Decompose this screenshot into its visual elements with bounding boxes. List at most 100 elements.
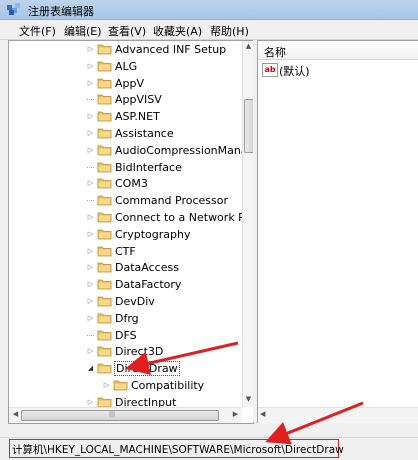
expand-icon[interactable]: ▷	[87, 230, 94, 238]
tree-item[interactable]: Command Processor	[9, 192, 241, 209]
expand-icon[interactable]: ▷	[87, 247, 94, 255]
key-path-highlight: 计算机\HKEY_LOCAL_MACHINE\SOFTWARE\Microsof…	[9, 439, 344, 458]
scroll-left-icon[interactable]: ◀	[10, 410, 21, 421]
tree-item-label: Connect to a Network Projector	[115, 211, 253, 224]
expand-icon[interactable]: ▷	[87, 214, 94, 221]
tree-item-label: AppVISV	[115, 93, 162, 107]
status-bar: 计算机\HKEY_LOCAL_MACHINE\SOFTWARE\Microsof…	[0, 437, 418, 460]
tree-item-label: DevDiv	[115, 295, 155, 308]
tree-connector-icon	[87, 200, 94, 202]
folder-icon	[97, 229, 112, 240]
folder-open-icon	[97, 363, 112, 374]
expand-icon[interactable]: ▷	[87, 180, 94, 187]
tree-item[interactable]: ▷ AppV	[9, 75, 241, 92]
tree-item[interactable]: DFS	[9, 327, 241, 344]
folder-icon	[97, 178, 112, 189]
expand-icon[interactable]: ▷	[87, 281, 94, 288]
value-name: (默认)	[279, 65, 310, 78]
tree-item[interactable]: ▷ ALG	[9, 58, 241, 75]
expand-icon[interactable]: ▷	[87, 298, 94, 305]
collapse-icon[interactable]: ◢	[87, 365, 94, 372]
tree-item-label: BidInterface	[115, 160, 182, 174]
scroll-down-icon[interactable]: ▼	[244, 395, 253, 406]
window-title: 注册表编辑器	[28, 5, 94, 18]
tree-item[interactable]: AppVISV	[9, 91, 241, 108]
expand-icon[interactable]: ▷	[87, 62, 94, 70]
menu-edit[interactable]: 编辑(E)	[64, 23, 102, 39]
menu-file[interactable]: 文件(F)	[19, 23, 56, 39]
tree-item-label: AppV	[115, 76, 145, 90]
tree-item-label: DataAccess	[115, 261, 179, 275]
folder-icon	[97, 195, 112, 206]
expand-icon[interactable]: ▷	[87, 264, 94, 271]
tree-item-label: CTF	[115, 244, 136, 258]
scroll-grip-icon: |||	[109, 411, 116, 418]
tree-item-label: Advanced INF Setup	[115, 43, 227, 56]
tree-item[interactable]: BidInterface	[9, 159, 241, 176]
folder-icon	[97, 262, 112, 273]
tree-item[interactable]: ▷ Compatibility	[9, 377, 241, 394]
expand-icon[interactable]: ▷	[87, 398, 94, 406]
folder-icon	[97, 313, 112, 324]
tree-item-label: Assistance	[115, 127, 174, 140]
tree-item-label: DFS	[115, 328, 137, 342]
string-value-icon: ab	[262, 63, 278, 77]
menu-favorites[interactable]: 收藏夹(A)	[153, 23, 202, 39]
expand-icon[interactable]: ▷	[87, 146, 94, 154]
folder-icon	[97, 212, 112, 223]
menu-help[interactable]: 帮助(H)	[210, 23, 249, 39]
list-horizontal-scrollbar[interactable]: ◀	[258, 407, 418, 423]
column-header-name[interactable]: 名称	[258, 41, 418, 60]
scroll-left-icon[interactable]: ◀	[260, 410, 265, 418]
tree-item-label: Command Processor	[115, 194, 229, 208]
tree-item[interactable]: ▷ COM3	[9, 175, 241, 192]
tree-item[interactable]: ▷ CTF	[9, 243, 241, 260]
tree-item-label: Cryptography	[115, 227, 191, 241]
expand-icon[interactable]: ▷	[87, 130, 94, 137]
values-list-pane[interactable]: 名称 ab (默认) ◀	[257, 40, 418, 423]
tree-item[interactable]: ▷ Assistance	[9, 125, 241, 142]
tree-item[interactable]: ▷ DataFactory	[9, 276, 241, 293]
tree-item[interactable]: ▷ ASP.NET	[9, 108, 241, 125]
tree-horizontal-scroll-thumb[interactable]	[21, 410, 219, 421]
folder-icon	[97, 162, 112, 172]
expand-icon[interactable]: ▷	[87, 348, 94, 355]
current-key-path: 计算机\HKEY_LOCAL_MACHINE\SOFTWARE\Microsof…	[12, 444, 344, 456]
tree-item[interactable]: ▷ Connect to a Network Projector	[9, 209, 253, 226]
tree-connector-icon	[87, 99, 94, 101]
tree-item[interactable]: ▷ Cryptography	[9, 226, 241, 243]
tree-item[interactable]: ▷ DataAccess	[9, 259, 241, 276]
expand-icon[interactable]: ▷	[87, 79, 94, 87]
tree-item-label: ALG	[115, 59, 138, 73]
tree-horizontal-scrollbar[interactable]: ◀ ||| ▶	[9, 407, 242, 423]
pane-splitter[interactable]	[253, 40, 256, 422]
folder-icon	[97, 61, 112, 72]
tree-item[interactable]: ▷ Advanced INF Setup	[9, 41, 241, 58]
folder-icon	[97, 279, 112, 290]
tree-item-label: DirectDraw	[114, 361, 180, 377]
tree-item[interactable]: ▷ DevDiv	[9, 293, 241, 310]
folder-icon	[97, 128, 112, 139]
tree-item[interactable]: ▷ Dfrg	[9, 310, 241, 327]
tree-item-label: Direct3D	[115, 345, 164, 359]
folder-icon	[97, 44, 112, 55]
tree-item[interactable]: ▷ AudioCompressionManager	[9, 142, 253, 159]
folder-icon	[97, 330, 112, 340]
scroll-up-icon[interactable]: ▲	[244, 42, 253, 53]
menu-bar: 文件(F) 编辑(E) 查看(V) 收藏夹(A) 帮助(H)	[0, 20, 418, 40]
tree-item-label: DataFactory	[115, 278, 182, 292]
menu-view[interactable]: 查看(V)	[108, 23, 146, 39]
registry-tree-pane[interactable]: ▷ Advanced INF Setup ▷ ALG ▷ AppV AppVISV ▷ ASP.…	[8, 40, 254, 424]
folder-icon	[97, 296, 112, 307]
expand-icon[interactable]: ▷	[87, 46, 94, 53]
folder-icon	[97, 94, 112, 105]
expand-icon[interactable]: ▷	[87, 314, 94, 322]
scroll-right-icon[interactable]: ▶	[230, 410, 241, 421]
tree-item[interactable]: ▷ Direct3D	[9, 343, 241, 360]
regedit-app-icon	[7, 3, 20, 15]
expand-icon[interactable]: ▷	[87, 113, 94, 120]
title-bar: 注册表编辑器	[0, 0, 418, 20]
expand-icon[interactable]: ▷	[103, 382, 110, 389]
tree-item[interactable]: ◢ DirectDraw	[9, 360, 241, 377]
folder-icon	[113, 380, 128, 391]
